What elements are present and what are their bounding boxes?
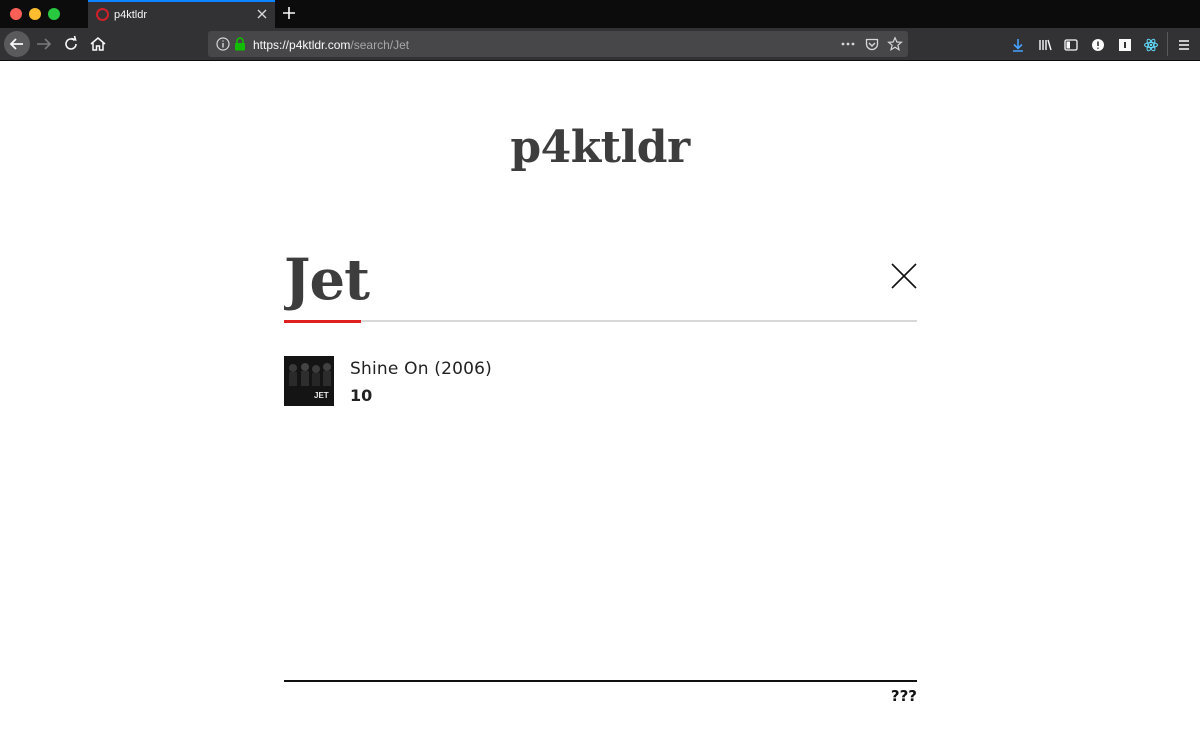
sidebar-icon[interactable]: [1063, 37, 1079, 53]
back-button[interactable]: [4, 31, 30, 57]
minimize-window-button[interactable]: [29, 8, 41, 20]
library-icon[interactable]: [1037, 37, 1053, 53]
result-title: Shine On (2006): [350, 359, 493, 379]
navigation-toolbar: https://p4ktldr.com/search/Jet: [0, 28, 1200, 61]
toolbar-divider: [1167, 32, 1168, 56]
home-icon[interactable]: [86, 32, 110, 56]
tab-bar: p4ktldr: [0, 0, 1200, 28]
zoom-window-button[interactable]: [48, 8, 60, 20]
close-icon[interactable]: [890, 262, 918, 290]
lock-icon[interactable]: [232, 36, 248, 52]
album-cover: JET: [284, 356, 334, 406]
info-icon[interactable]: [215, 36, 231, 52]
list-item[interactable]: JET Shine On (2006) 10: [284, 356, 917, 408]
url-text: https://p4ktldr.com/search/Jet: [253, 38, 409, 52]
favicon-icon: [96, 8, 109, 21]
tab-active[interactable]: p4ktldr: [88, 0, 275, 28]
star-icon[interactable]: [887, 36, 903, 52]
close-window-button[interactable]: [10, 8, 22, 20]
forward-arrow-icon[interactable]: [32, 32, 56, 56]
react-devtools-icon[interactable]: [1143, 37, 1159, 53]
url-domain: https://p4ktldr.com: [253, 38, 351, 52]
tab-title: p4ktldr: [114, 9, 148, 21]
footer-divider: [284, 680, 917, 682]
search-input[interactable]: [284, 240, 864, 320]
result-score: 10: [350, 386, 373, 405]
extension-square-icon[interactable]: [1117, 37, 1133, 53]
url-bar[interactable]: https://p4ktldr.com/search/Jet: [208, 31, 908, 57]
more-dots-icon[interactable]: [840, 36, 856, 52]
hamburger-menu-icon[interactable]: [1176, 37, 1192, 53]
search-underline: [284, 320, 917, 322]
site-logo[interactable]: p4ktldr: [0, 122, 1200, 173]
back-arrow-icon: [9, 38, 23, 50]
reload-icon[interactable]: [59, 32, 83, 56]
footer-link[interactable]: ???: [284, 687, 917, 705]
new-tab-icon[interactable]: [281, 5, 297, 21]
album-cover-text: JET: [314, 391, 329, 400]
download-icon[interactable]: [1010, 37, 1026, 53]
search-underline-accent: [284, 320, 361, 323]
url-path: /search/Jet: [350, 38, 410, 52]
tab-close-icon[interactable]: [255, 7, 269, 21]
pocket-icon[interactable]: [864, 36, 880, 52]
search-results: JET Shine On (2006) 10: [284, 356, 917, 408]
search-area: [284, 240, 917, 324]
extension-info-icon[interactable]: [1090, 37, 1106, 53]
